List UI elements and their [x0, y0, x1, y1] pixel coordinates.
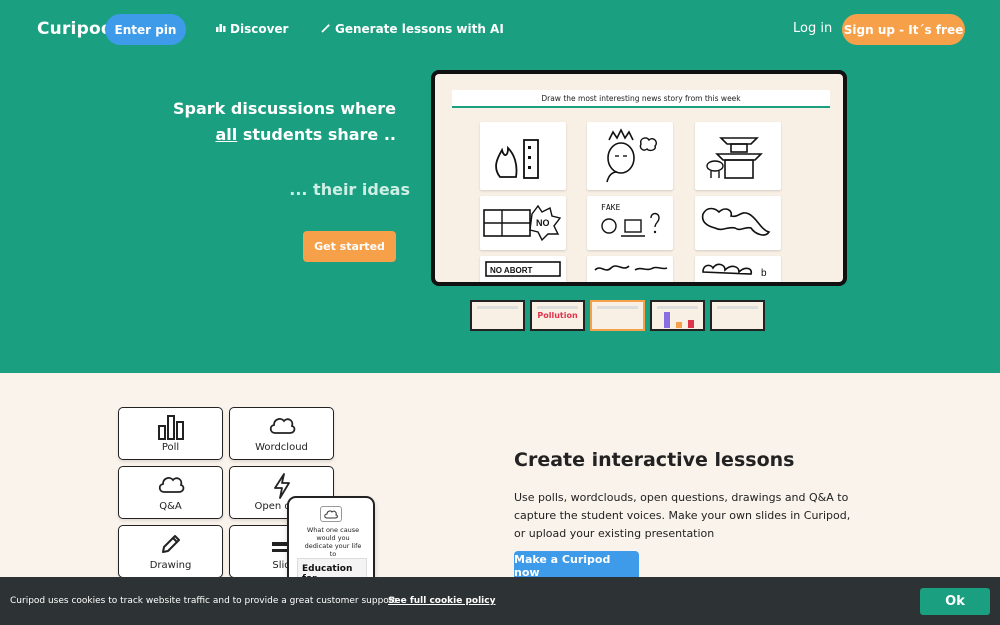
feature-tile-label: Q&A	[159, 501, 182, 512]
magic-wand-icon	[321, 23, 331, 36]
fake-news-drawing: FAKE	[601, 203, 660, 237]
fire-building-drawing	[495, 139, 539, 179]
feature-tile-drawing[interactable]: Drawing	[118, 525, 223, 578]
wave-drawing	[594, 265, 668, 271]
cloud-icon	[320, 506, 342, 522]
signup-button[interactable]: Sign up - It´s free	[842, 14, 965, 45]
chart-icon	[216, 23, 226, 35]
svg-text:b: b	[761, 268, 767, 279]
drawing-card: NO ABORT	[480, 256, 566, 282]
feature-tile-label: Wordcloud	[255, 442, 308, 453]
cookie-text: Curipod uses cookies to track website tr…	[10, 596, 399, 606]
nav-discover[interactable]: Discover	[216, 22, 288, 36]
phone-question: What one cause would you dedicate your l…	[304, 526, 362, 558]
cloud-icon	[269, 418, 295, 434]
lightning-icon	[273, 473, 290, 499]
cloud-icon	[158, 477, 184, 493]
clouds-drawing: b	[702, 263, 767, 279]
slide-thumbnail[interactable]	[710, 300, 765, 331]
feature-tile-label: Poll	[161, 442, 180, 453]
thumb-pollution-text: Pollution	[537, 311, 578, 320]
slide-preview: Draw the most interesting news story fro…	[431, 70, 847, 286]
feature-tile-label: Drawing	[149, 560, 192, 571]
card-text-no-abort: NO ABORT	[490, 266, 532, 275]
drawing-card	[587, 256, 673, 282]
enter-pin-button[interactable]: Enter pin	[105, 14, 186, 45]
cookie-policy-link[interactable]: See full cookie policy	[388, 596, 495, 606]
login-link[interactable]: Log in	[793, 21, 832, 36]
drawing-card: NO	[480, 196, 566, 250]
curipod-logo[interactable]: Curipod	[37, 19, 113, 39]
nav-generate-lessons[interactable]: Generate lessons with AI	[321, 22, 504, 36]
drawing-card	[480, 122, 566, 190]
cookie-ok-button[interactable]: Ok	[920, 588, 990, 615]
slide-thumbnail-active[interactable]	[590, 300, 645, 331]
slide-canvas: Draw the most interesting news story fro…	[435, 74, 843, 282]
no-abort-sign-drawing: NO ABORT	[485, 261, 561, 277]
drawing-card	[587, 122, 673, 190]
hero-section: Curipod Enter pin Discover Generate less…	[0, 0, 1000, 373]
hero-headline-line1: Spark discussions where	[173, 99, 396, 118]
cookie-banner: Curipod uses cookies to track website tr…	[0, 577, 1000, 625]
queen-drawing	[606, 128, 658, 183]
slide-prompt: Draw the most interesting news story fro…	[452, 90, 830, 108]
bar-chart-icon	[157, 415, 184, 440]
flag-no-drawing: NO	[483, 204, 562, 242]
get-started-button[interactable]: Get started	[303, 231, 396, 262]
hero-headline-line2-rest: students share ..	[237, 125, 396, 144]
hero-underlined-word: all	[215, 125, 238, 144]
card-text-fake: FAKE	[601, 203, 620, 212]
drawing-card	[695, 122, 781, 190]
feature-tile-wordcloud[interactable]: Wordcloud	[229, 407, 334, 460]
section-description: Use polls, wordclouds, open questions, d…	[514, 491, 851, 540]
drawing-card: b	[695, 256, 781, 282]
card-text-no: NO	[536, 218, 550, 228]
feature-tile-qa[interactable]: Q&A	[118, 466, 223, 519]
hero-subline: ... their ideas	[289, 180, 410, 199]
drawing-card: FAKE	[587, 196, 673, 250]
nav-discover-label: Discover	[230, 22, 289, 36]
section-title: Create interactive lessons	[514, 449, 795, 471]
drawing-card	[695, 196, 781, 250]
map-drawing	[701, 207, 771, 236]
hero-headline-line2: all students share ..	[150, 125, 396, 144]
nav-generate-label: Generate lessons with AI	[335, 22, 504, 36]
mini-bar-chart	[664, 312, 694, 328]
pencil-icon	[161, 535, 180, 553]
slide-thumbnail[interactable]: Pollution	[530, 300, 585, 331]
slide-thumbnail[interactable]	[470, 300, 525, 331]
slide-thumbnail[interactable]	[650, 300, 705, 331]
temple-drawing	[706, 137, 763, 179]
feature-tile-poll[interactable]: Poll	[118, 407, 223, 460]
